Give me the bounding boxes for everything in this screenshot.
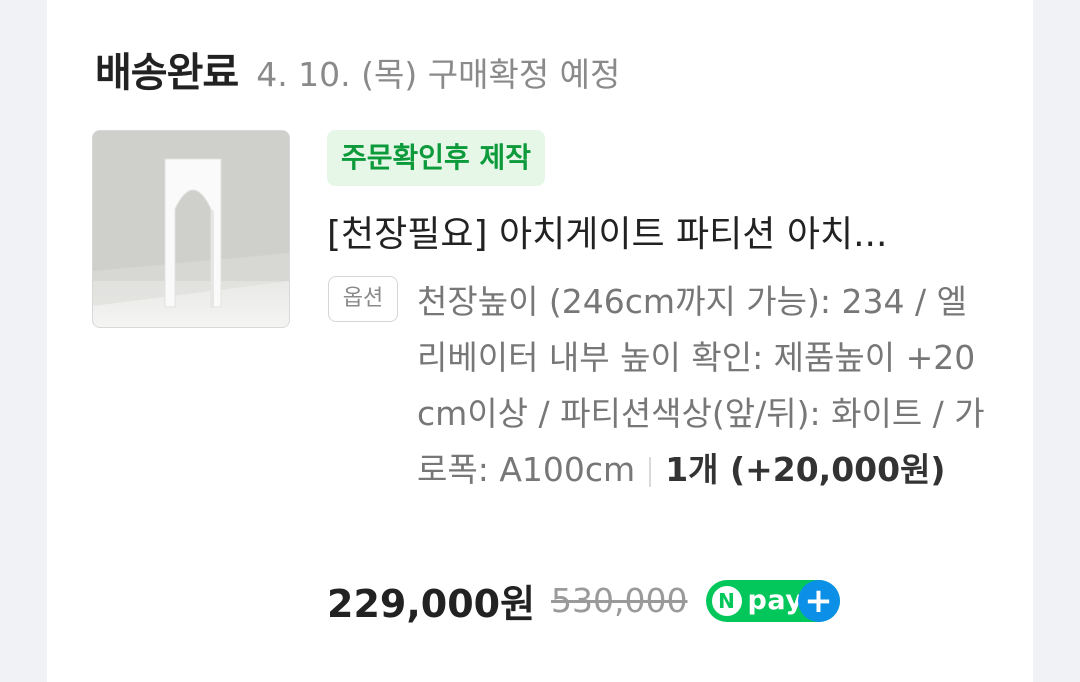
option-details: 천장높이 (246cm까지 가능): 234 / 엘리베이터 내부 높이 확인:… (417, 274, 992, 498)
purchase-confirm-date: 4. 10. (목) 구매확정 예정 (256, 55, 621, 94)
product-thumbnail[interactable] (92, 130, 290, 328)
order-card: 배송완료 4. 10. (목) 구매확정 예정 주문확인후 제작 [천장필요] … (47, 0, 1033, 682)
made-to-order-badge: 주문확인후 제작 (327, 130, 546, 186)
npay-n-icon: N (711, 585, 742, 616)
product-title[interactable]: [천장필요] 아치게이트 파티션 아치... (327, 205, 967, 257)
option-tag: 옵션 (328, 276, 398, 322)
sale-price: 229,000원 (327, 582, 536, 626)
order-status-line: 배송완료 4. 10. (목) 구매확정 예정 (95, 40, 620, 98)
price-row: 229,000원 530,000 N pay + (327, 573, 840, 628)
arch-gate-icon (93, 131, 289, 327)
npay-plus-badge: + (797, 579, 840, 622)
npay-label: pay (747, 585, 804, 616)
original-price: 530,000 (551, 581, 688, 620)
npay-plus-icon: N pay + (705, 579, 840, 622)
quantity-text: 1개 (+20,000원) (665, 450, 946, 489)
option-separator (649, 456, 652, 487)
order-status: 배송완료 (95, 50, 239, 96)
